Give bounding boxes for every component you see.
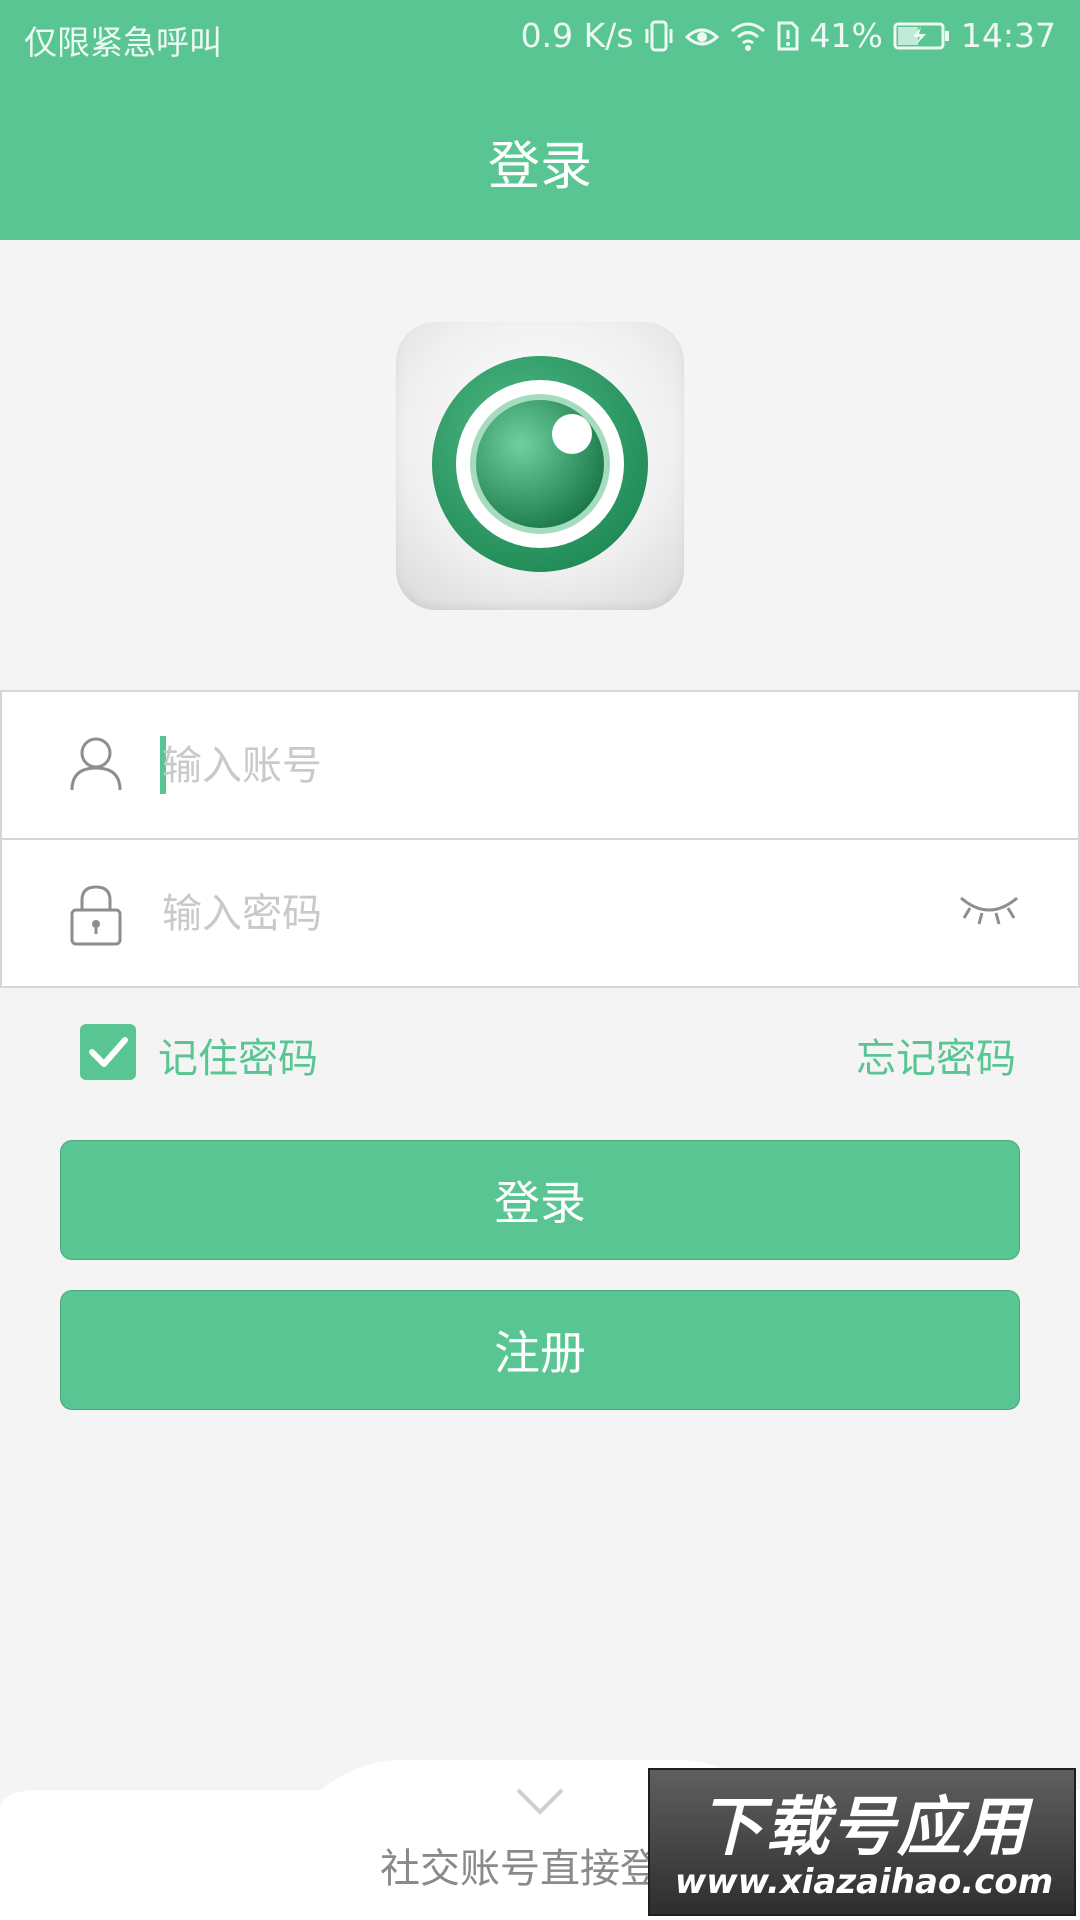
page-title: 登录 — [487, 137, 592, 197]
login-button[interactable]: 登录 — [60, 1140, 1020, 1260]
app-logo — [396, 322, 684, 610]
battery-percent: 41% — [809, 16, 883, 55]
battery-charging-icon — [893, 21, 951, 51]
app-header: 仅限紧急呼叫 0.9 K/s 41% 14:37 登录 — [0, 0, 1080, 240]
login-form — [0, 690, 1080, 988]
wifi-icon — [730, 21, 766, 51]
clock-time: 14:37 — [960, 16, 1056, 55]
check-icon — [89, 1037, 128, 1067]
register-button[interactable]: 注册 — [60, 1290, 1020, 1410]
status-indicators: 0.9 K/s 41% 14:37 — [521, 16, 1056, 55]
status-bar: 仅限紧急呼叫 0.9 K/s 41% 14:37 — [0, 0, 1080, 76]
sim-alert-icon — [776, 20, 800, 52]
watermark-title: 下载号应用 — [699, 1791, 1029, 1865]
remember-password-label[interactable]: 记住密码 — [158, 1026, 318, 1084]
password-input[interactable] — [162, 882, 922, 946]
lock-icon — [70, 884, 122, 950]
eye-comfort-icon — [684, 21, 720, 51]
carrier-text: 仅限紧急呼叫 — [24, 23, 222, 62]
forgot-password-link[interactable]: 忘记密码 — [856, 1026, 1016, 1084]
account-input[interactable] — [162, 734, 922, 798]
app-logo-icon — [432, 356, 648, 572]
user-icon — [70, 736, 122, 796]
network-speed: 0.9 K/s — [520, 16, 634, 55]
remember-password-checkbox[interactable] — [80, 1024, 136, 1080]
password-row — [2, 840, 1078, 988]
account-row — [2, 692, 1078, 840]
vibrate-icon — [644, 19, 674, 53]
watermark-badge: 下载号应用 www.xiazaihao.com — [648, 1768, 1076, 1916]
chevron-down-icon[interactable] — [515, 1786, 565, 1820]
eye-closed-icon[interactable] — [958, 892, 1020, 930]
watermark-url: www.xiazaihao.com — [674, 1862, 1054, 1902]
